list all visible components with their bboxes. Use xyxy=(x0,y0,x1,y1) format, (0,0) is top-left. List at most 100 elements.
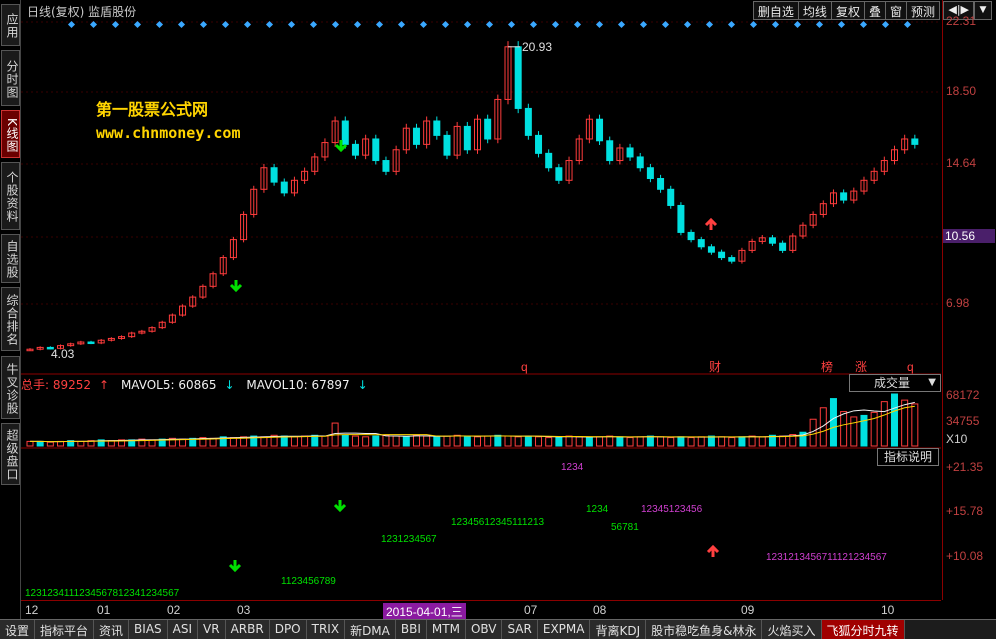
volume-indicator-select[interactable]: 成交量 ▼ xyxy=(849,374,941,392)
volume-bar xyxy=(321,435,329,447)
left-nav-item-4[interactable]: 自选股 xyxy=(1,234,20,283)
volume-bar xyxy=(453,434,461,447)
tab-1[interactable]: 指标平台 xyxy=(35,620,95,639)
volume-bar xyxy=(575,436,583,447)
tab-13[interactable]: SAR xyxy=(502,620,538,639)
volume-bar xyxy=(260,436,268,447)
candle-body xyxy=(412,127,420,145)
left-nav-item-7[interactable]: 超级盘口 xyxy=(1,423,20,485)
volume-bar xyxy=(535,436,543,447)
high-price-label: 20.93 xyxy=(522,40,552,54)
volume-bar xyxy=(423,435,431,447)
volume-bar xyxy=(474,436,481,447)
left-nav-item-0[interactable]: 应用 xyxy=(1,4,20,46)
date-axis-label: 2015-04-01,三 xyxy=(383,603,466,620)
candle-body xyxy=(433,120,441,136)
tab-16[interactable]: 股市稳吃鱼身&林永 xyxy=(646,620,763,639)
tab-15[interactable]: 背离KDJ xyxy=(590,620,647,639)
volume-bar xyxy=(687,437,695,447)
candle-body xyxy=(677,204,685,233)
candle-body xyxy=(555,167,563,181)
volume-bar xyxy=(880,401,888,447)
volume-bar xyxy=(657,436,665,447)
date-axis-label: 10 xyxy=(881,603,895,617)
left-nav-item-6[interactable]: 牛叉诊股 xyxy=(1,356,20,419)
tab-0[interactable]: 设置 xyxy=(0,620,36,639)
tab-8[interactable]: TRIX xyxy=(306,620,346,639)
tab-17[interactable]: 火焰买入 xyxy=(762,620,822,639)
candle-body xyxy=(280,181,288,194)
candle-body xyxy=(911,138,919,145)
indicator-axis-label: +10.08 xyxy=(946,549,984,563)
watermark-url: www.chnmoney.com xyxy=(96,124,241,142)
candle-body xyxy=(87,341,95,345)
volume-bar xyxy=(758,436,766,447)
tab-7[interactable]: DPO xyxy=(269,620,307,639)
signal-diamond xyxy=(243,20,252,29)
tab-6[interactable]: ARBR xyxy=(225,620,270,639)
volume-bar xyxy=(36,440,44,447)
volume-bar xyxy=(911,403,919,447)
signal-diamond xyxy=(397,20,406,29)
candle-body xyxy=(341,120,349,145)
signal-diamond xyxy=(177,20,186,29)
signal-diamond xyxy=(353,20,362,29)
volume-header: 总手: 89252 ↑ MAVOL5: 60865 ↓ MAVOL10: 67897… xyxy=(21,376,941,392)
tab-3[interactable]: BIAS xyxy=(129,620,168,639)
volume-bar xyxy=(412,434,420,447)
volume-bar xyxy=(463,435,471,447)
left-nav-item-2[interactable]: K线图 xyxy=(1,110,20,158)
tab-11[interactable]: MTM xyxy=(426,620,466,639)
date-axis-label: 01 xyxy=(97,603,111,617)
volume-bar xyxy=(290,436,298,447)
tab-4[interactable]: ASI xyxy=(167,620,199,639)
volume-bar xyxy=(667,437,675,447)
down-arrow-icon: ↓ xyxy=(357,378,368,392)
volume-bar xyxy=(351,435,359,447)
volume-bar xyxy=(748,435,756,447)
candle-body xyxy=(636,156,644,169)
date-axis-label: 07 xyxy=(524,603,538,617)
tab-5[interactable]: VR xyxy=(198,620,226,639)
event-marker: 财 xyxy=(709,360,721,374)
left-nav-item-5[interactable]: 综合排名 xyxy=(1,287,20,351)
candle-body xyxy=(514,46,522,109)
price-axis-label: 14.64 xyxy=(946,156,977,170)
volume-bar xyxy=(738,436,746,447)
volume-bar xyxy=(341,434,349,447)
left-nav-item-1[interactable]: 分时图 xyxy=(1,50,20,106)
candle-body xyxy=(596,118,604,142)
chart-canvas: 20.93 4.03 q 财 榜 涨 q 12312341112345678123412345… xyxy=(21,20,941,599)
tab-12[interactable]: OBV xyxy=(465,620,503,639)
candle-body xyxy=(463,125,471,151)
candle-body xyxy=(535,134,543,154)
tab-9[interactable]: 新DMA xyxy=(345,620,396,639)
candle-body xyxy=(524,107,532,136)
signal-diamond xyxy=(67,20,76,29)
tab-10[interactable]: BBI xyxy=(395,620,427,639)
up-arrow-signal-icon xyxy=(704,217,718,230)
signal-diamond xyxy=(133,20,142,29)
count-sequence: 12345612345111213 xyxy=(451,517,545,528)
volume-axis-label: 68172 xyxy=(946,388,980,402)
tab-14[interactable]: EXPMA xyxy=(537,620,591,639)
indicator-help-button[interactable]: 指标说明 xyxy=(877,448,939,466)
volume-bar xyxy=(26,440,34,447)
volume-bar xyxy=(301,435,309,447)
volume-bar xyxy=(728,437,736,447)
tab-18[interactable]: 飞狐分时九转 xyxy=(821,620,905,639)
candle-body xyxy=(626,147,634,158)
candle-body xyxy=(545,152,553,169)
mavol10-line xyxy=(30,405,915,443)
volume-bar xyxy=(840,411,848,447)
left-nav-item-3[interactable]: 个股资料 xyxy=(1,162,20,230)
signal-diamond xyxy=(463,20,472,29)
candle-body xyxy=(697,239,705,248)
tab-2[interactable]: 资讯 xyxy=(94,620,130,639)
volume-bar xyxy=(77,440,85,447)
watermark-title: 第一股票公式网 xyxy=(96,100,209,119)
candle-body xyxy=(728,257,736,262)
candle-body xyxy=(779,242,787,251)
candle-body xyxy=(687,231,695,241)
mavol5-label: MAVOL5: 60865 xyxy=(120,378,217,392)
